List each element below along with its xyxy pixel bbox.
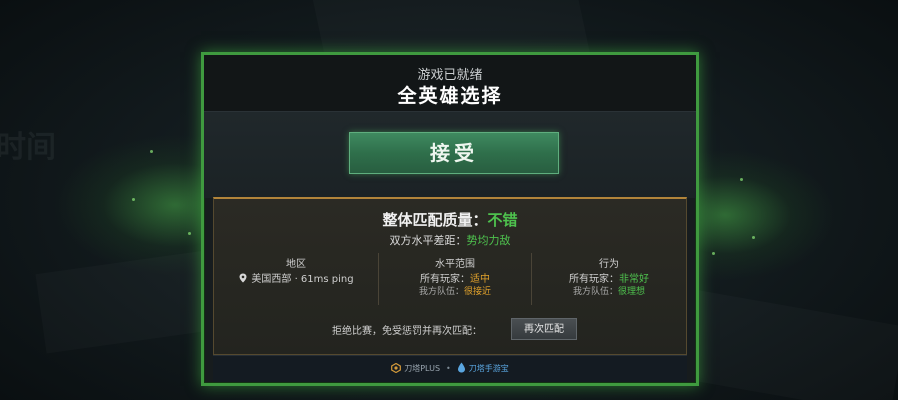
match-quality-label: 整体匹配质量： — [382, 211, 488, 229]
behavior-all-players-line: 所有玩家：非常好 — [532, 270, 686, 285]
skill-team-value: 很接近 — [464, 287, 492, 297]
particle — [740, 178, 743, 181]
skill-all-players-line: 所有玩家：适中 — [379, 270, 531, 285]
accept-button[interactable]: 接受 — [349, 132, 559, 174]
dialog-header: 游戏已就绪 全英雄选择 — [204, 55, 696, 112]
particle — [752, 236, 755, 239]
game-mode-title: 全英雄选择 — [397, 85, 503, 107]
decline-row: 拒绝比赛，免受惩罚并再次匹配： 再次匹配 — [214, 318, 686, 342]
skill-team-line: 我方队伍：很接近 — [379, 284, 531, 297]
particle — [188, 232, 191, 235]
behavior-team-label: 我方队伍： — [572, 287, 618, 297]
rematch-button[interactable]: 再次匹配 — [511, 318, 577, 340]
particle — [132, 198, 135, 201]
region-heading: 地区 — [286, 259, 306, 270]
behavior-column: 行为 所有玩家：非常好 我方队伍：很理想 — [532, 253, 686, 305]
particle — [712, 252, 715, 255]
skill-range-column: 水平范围 所有玩家：适中 我方队伍：很接近 — [378, 253, 532, 305]
region-value: 美国西部 · 61ms ping — [251, 274, 354, 285]
dota-plus-icon — [391, 363, 402, 373]
accept-area: 接受 — [204, 112, 696, 198]
skill-range-heading: 水平范围 — [435, 259, 475, 270]
footer-separator: • — [446, 364, 451, 373]
location-pin-icon — [239, 273, 247, 283]
behavior-team-value: 很理想 — [618, 287, 646, 297]
secondary-app-label: 刀塔手游宝 — [468, 364, 509, 373]
skill-gap-line: 双方水平差距：势均力敌 — [214, 232, 686, 248]
skill-gap-label: 双方水平差距： — [389, 234, 467, 247]
decline-text: 拒绝比赛，免受惩罚并再次匹配： — [332, 326, 482, 337]
droplet-icon — [457, 362, 465, 373]
ready-check-dialog: 游戏已就绪 全英雄选择 接受 整体匹配质量：不错 双方水平差距：势均力敌 地区 — [201, 52, 699, 386]
behavior-heading: 行为 — [599, 259, 619, 270]
region-column: 地区 美国西部 · 61ms ping — [214, 253, 378, 305]
background-faded-text: 时间 — [0, 130, 56, 165]
game-screen: 时间 游戏已就绪 全英雄选择 接受 整体匹配质量：不错 双方水平差距：势均力敌 … — [0, 0, 898, 400]
skill-gap-value: 势均力敌 — [466, 234, 511, 247]
match-quality-value: 不错 — [487, 211, 518, 229]
particle — [150, 150, 153, 153]
skill-team-label: 我方队伍： — [418, 287, 464, 297]
match-quality-panel: 整体匹配质量：不错 双方水平差距：势均力敌 地区 美国西部 · 61ms pin… — [213, 197, 687, 355]
region-value-line: 美国西部 · 61ms ping — [214, 270, 378, 285]
dota-plus-label: 刀塔PLUS — [404, 364, 441, 373]
match-quality-line: 整体匹配质量：不错 — [214, 209, 686, 230]
match-stats-row: 地区 美国西部 · 61ms ping 水平范围 所有玩家：适中 我方队伍：很接… — [214, 253, 686, 305]
dialog-footer: 刀塔PLUS • 刀塔手游宝 — [213, 355, 687, 382]
behavior-team-line: 我方队伍：很理想 — [532, 284, 686, 297]
